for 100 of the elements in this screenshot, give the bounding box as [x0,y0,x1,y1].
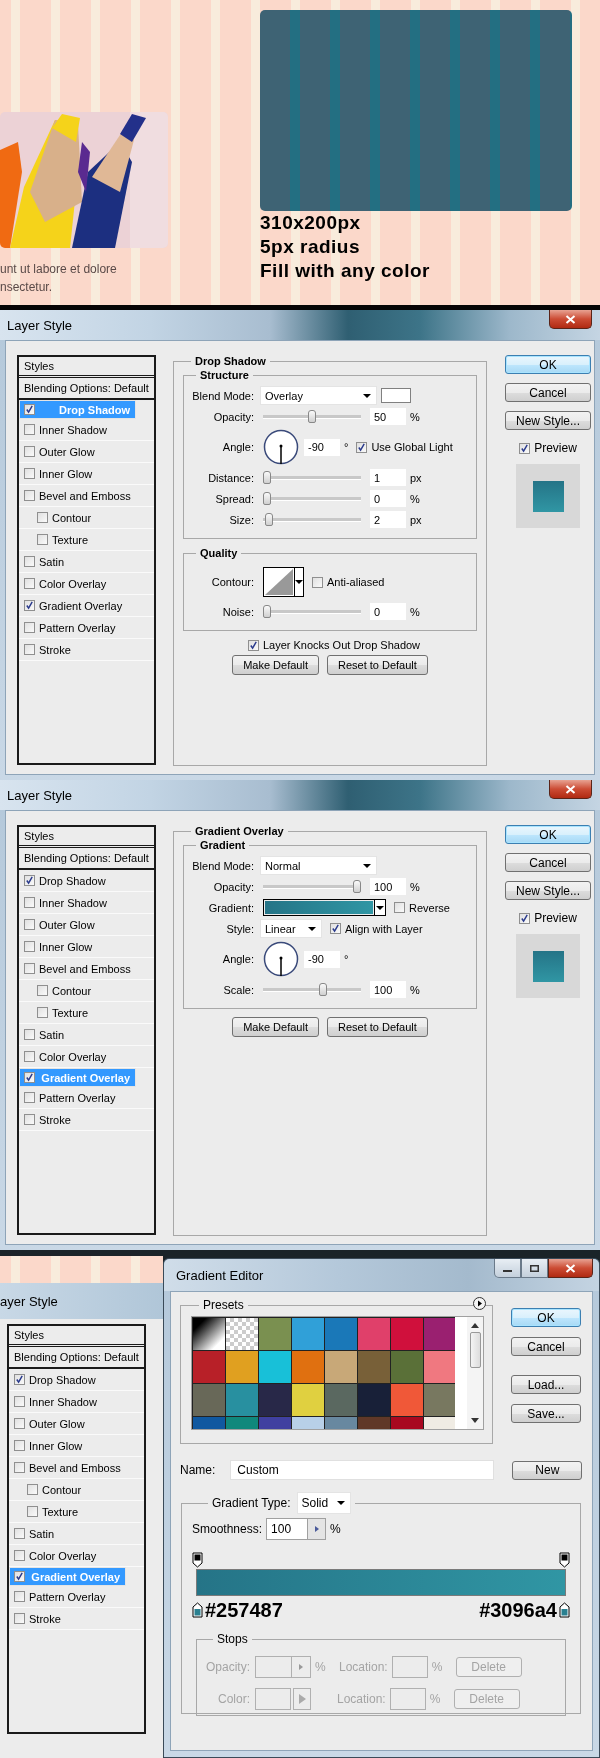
gradient-swatch[interactable] [424,1351,455,1383]
checkbox[interactable] [14,1396,25,1407]
checkbox[interactable] [24,963,35,974]
gradient-swatch[interactable] [325,1384,357,1416]
checkbox[interactable] [24,578,35,589]
checkbox[interactable] [24,897,35,908]
gradient-swatch[interactable] [193,1351,225,1383]
gradient-swatch[interactable] [292,1384,324,1416]
checkbox[interactable] [14,1591,25,1602]
value-field[interactable]: 2 [370,511,406,528]
style-item[interactable]: Inner Shadow [9,1391,144,1413]
checkbox[interactable] [330,923,341,934]
style-item[interactable]: Inner Shadow [19,419,154,441]
style-item[interactable]: Contour [9,1479,144,1501]
gradient-swatch[interactable] [292,1351,324,1383]
style-item[interactable]: Bevel and Emboss [9,1457,144,1479]
style-item[interactable]: Texture [9,1501,144,1523]
checkbox[interactable] [14,1440,25,1451]
gradient-swatch[interactable] [226,1318,258,1350]
checkbox[interactable] [24,644,35,655]
dialog-button[interactable]: OK [505,355,591,374]
value-field[interactable]: 0 [370,603,406,620]
checkbox[interactable] [37,512,48,523]
value-field[interactable]: -90 [304,950,340,968]
dropdown[interactable]: Solid [296,1492,351,1514]
slider-thumb[interactable] [308,410,316,423]
style-item[interactable]: Outer Glow [19,441,154,463]
style-item[interactable]: Inner Glow [9,1435,144,1457]
dropdown[interactable]: Linear [260,919,322,938]
dialog-button[interactable]: New Style... [505,881,591,900]
style-item[interactable]: Stroke [9,1608,144,1630]
checkbox[interactable] [247,639,259,651]
dialog-button[interactable]: Reset to Default [326,1017,428,1037]
gradient-swatch[interactable] [358,1351,390,1383]
maximize-button[interactable] [521,1259,548,1278]
gradient-swatch[interactable] [226,1384,258,1416]
checkbox[interactable] [24,600,35,611]
dialog-button[interactable]: Cancel [505,853,591,872]
gradient-swatch[interactable] [325,1318,357,1350]
checkbox[interactable] [24,1092,35,1103]
value-field[interactable]: 1 [370,469,406,486]
list-header[interactable]: Styles [9,1326,144,1347]
checkbox[interactable] [24,490,35,501]
gradient-swatch[interactable] [325,1351,357,1383]
spinner-field[interactable]: 100 [266,1518,327,1540]
style-item[interactable]: Drop Shadow [9,1369,144,1391]
contour-picker[interactable] [263,567,304,597]
close-button[interactable] [549,780,592,799]
scroll-up-icon[interactable] [471,1323,479,1328]
checkbox[interactable] [394,902,405,913]
gradient-swatch[interactable] [193,1384,225,1416]
checkbox[interactable] [27,1506,38,1517]
checkbox[interactable] [24,941,35,952]
slider-thumb[interactable] [318,983,327,996]
dialog-button[interactable]: Save... [511,1404,581,1423]
list-header[interactable]: Styles [19,357,154,378]
gradient-swatch[interactable] [226,1351,258,1383]
style-item[interactable]: Stroke [19,1109,154,1131]
gradient-swatch[interactable] [424,1318,455,1350]
checkbox[interactable] [356,441,368,453]
checkbox[interactable] [24,424,35,435]
checkbox[interactable] [27,1484,38,1495]
checkbox[interactable] [37,1007,48,1018]
style-item[interactable]: Bevel and Emboss [19,958,154,980]
checkbox[interactable] [519,912,531,924]
list-header[interactable]: Styles [19,827,154,848]
checkbox[interactable] [24,1029,35,1040]
gradient-swatch[interactable] [391,1351,423,1383]
checkbox[interactable] [24,875,35,886]
dialog-button[interactable]: Make Default [232,655,319,675]
dialog-button[interactable]: Load... [511,1375,581,1394]
style-item[interactable]: Inner Shadow [19,892,154,914]
scrollbar-thumb[interactable] [469,1332,481,1368]
style-item[interactable]: Texture [19,529,154,551]
color-stop-icon[interactable] [559,1602,570,1618]
gradient-swatch[interactable] [259,1318,291,1350]
style-item[interactable]: Bevel and Emboss [19,485,154,507]
checkbox[interactable] [24,404,35,415]
close-button[interactable] [548,1259,593,1278]
gradient-swatch[interactable] [424,1384,455,1416]
checkbox[interactable] [37,985,48,996]
checkbox[interactable] [24,446,35,457]
minimize-button[interactable] [494,1259,521,1278]
gradient-swatch[interactable] [193,1318,225,1350]
checkbox[interactable] [24,1114,35,1125]
style-item[interactable]: Gradient Overlay [19,595,154,617]
value-field[interactable]: 0 [370,490,406,507]
opacity-stop-icon[interactable] [192,1552,203,1568]
style-item[interactable]: Drop Shadow [19,870,154,892]
gradient-swatch[interactable] [391,1318,423,1350]
checkbox[interactable] [24,468,35,479]
style-item[interactable]: Contour [19,507,154,529]
checkbox[interactable] [312,576,323,588]
close-button[interactable] [549,310,592,329]
color-swatch[interactable] [381,388,411,403]
checkbox[interactable] [24,919,35,930]
style-item[interactable]: Outer Glow [9,1413,144,1435]
style-item[interactable]: Blending Options: Default [19,848,154,870]
gradient-swatch[interactable] [259,1351,291,1383]
checkbox[interactable] [14,1374,25,1385]
